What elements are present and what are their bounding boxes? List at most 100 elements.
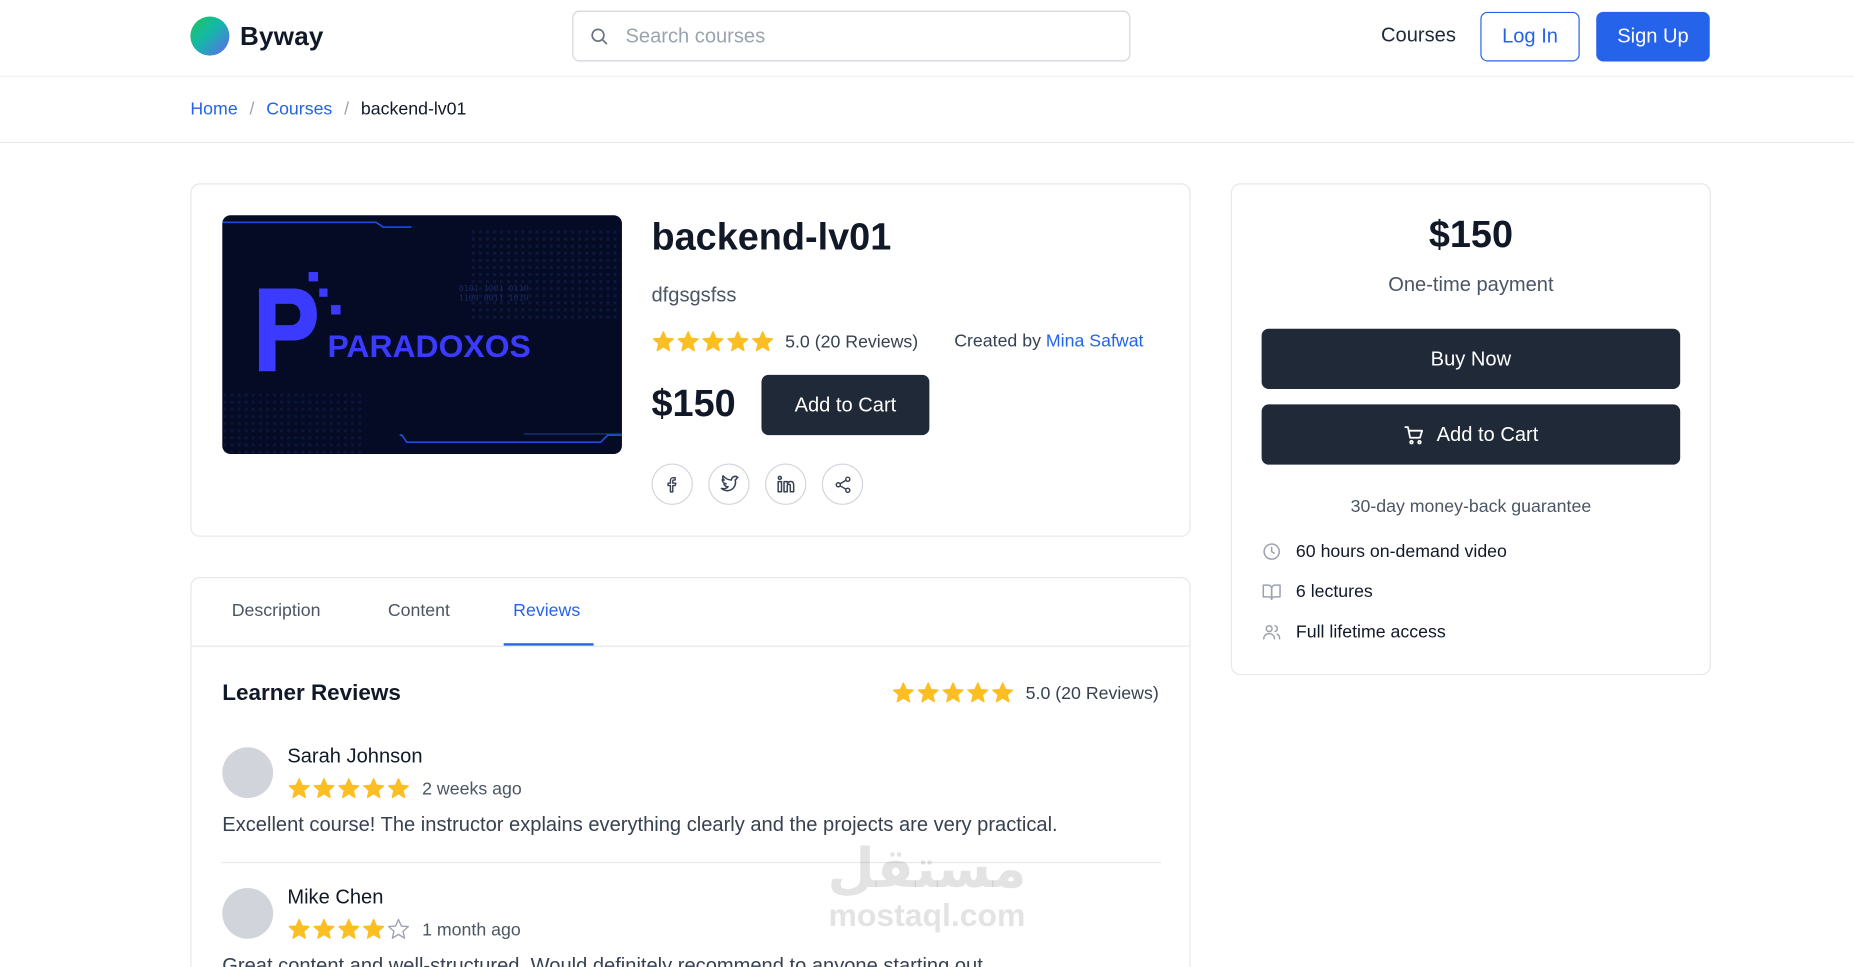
- star-filled-icon: [313, 918, 335, 939]
- star-filled-icon: [967, 682, 989, 703]
- breadcrumb-home[interactable]: Home: [190, 99, 237, 119]
- course-hero-card: 0101 1001 0110 1100 0011 1010 PARADOXOS …: [190, 183, 1191, 537]
- created-by-label: Created by: [954, 331, 1041, 352]
- clock-icon: [1263, 543, 1280, 560]
- star-filled-icon: [313, 778, 335, 799]
- search-icon: [591, 28, 608, 45]
- breadcrumb-courses[interactable]: Courses: [266, 99, 332, 119]
- watermark-latin: mostaql.com: [828, 897, 1026, 933]
- reviewer-name: Sarah Johnson: [287, 744, 423, 768]
- author-link[interactable]: Mina Safwat: [1046, 331, 1144, 351]
- review-meta: 1 month ago: [287, 918, 521, 942]
- course-rating: 5.0 (20 Reviews): [652, 330, 919, 354]
- feature-text: 60 hours on-demand video: [1295, 541, 1507, 562]
- review-date: 1 month ago: [422, 919, 521, 940]
- review-text: Excellent course! The instructor explain…: [222, 813, 1058, 836]
- brand-name: Byway: [240, 20, 324, 51]
- feature-lifetime-access: Full lifetime access: [1262, 622, 1446, 642]
- star-filled-icon: [363, 778, 385, 799]
- tab-bar: Description Content Reviews: [191, 578, 1190, 647]
- breadcrumb-separator: /: [344, 99, 350, 120]
- rating-text: 5.0 (20 Reviews): [785, 331, 919, 352]
- watermark: مستقل mostaql.com: [813, 837, 1040, 932]
- sidebar-add-to-cart-label: Add to Cart: [1436, 422, 1539, 446]
- search-box[interactable]: [572, 10, 1131, 62]
- review-stars: [287, 777, 410, 801]
- social-share-row: [651, 463, 864, 505]
- brand-logo[interactable]: Byway: [190, 16, 324, 56]
- sidebar-add-to-cart-button[interactable]: Add to Cart: [1261, 404, 1681, 465]
- twitter-share-button[interactable]: [708, 463, 750, 505]
- rating-stars: [652, 330, 775, 354]
- review-stars: [287, 918, 410, 942]
- breadcrumb-bar: Home / Courses / backend-lv01: [0, 77, 1854, 144]
- star-filled-icon: [288, 778, 310, 799]
- paradoxos-logo-image: 0101 1001 0110 1100 0011 1010 PARADOXOS: [222, 221, 622, 455]
- review-date: 2 weeks ago: [422, 778, 522, 799]
- feature-text: 6 lectures: [1295, 581, 1373, 602]
- star-filled-icon: [338, 778, 360, 799]
- purchase-card: $150 One-time payment Buy Now Add to Car…: [1230, 183, 1711, 676]
- logo-mark-icon: [190, 16, 230, 56]
- tab-content[interactable]: Content: [388, 601, 450, 621]
- feature-video-hours: 60 hours on-demand video: [1262, 542, 1507, 562]
- tab-reviews[interactable]: Reviews: [513, 601, 580, 621]
- cart-icon: [1404, 425, 1424, 444]
- buy-now-button[interactable]: Buy Now: [1261, 328, 1681, 390]
- linkedin-icon: [777, 475, 795, 493]
- active-tab-indicator: [503, 643, 594, 646]
- reviewer-name: Mike Chen: [287, 885, 384, 909]
- summary-stars: [892, 681, 1015, 705]
- avatar: [222, 887, 274, 939]
- payment-note: One-time payment: [1388, 273, 1554, 296]
- star-filled-icon: [363, 918, 385, 939]
- share-button[interactable]: [821, 463, 864, 505]
- money-back-guarantee: 30-day money-back guarantee: [1350, 496, 1592, 517]
- star-filled-icon: [338, 918, 360, 939]
- breadcrumb: Home / Courses / backend-lv01: [190, 99, 466, 119]
- review-text: Great content and well-structured. Would…: [222, 954, 989, 967]
- facebook-share-button[interactable]: [651, 463, 693, 505]
- star-filled-icon: [387, 778, 410, 799]
- svg-text:1100 0011 1010: 1100 0011 1010: [459, 292, 529, 302]
- thumbnail-logo-text: PARADOXOS: [328, 328, 531, 364]
- linkedin-share-button[interactable]: [765, 463, 807, 505]
- facebook-icon: [666, 476, 677, 492]
- star-filled-icon: [727, 331, 749, 352]
- star-filled-icon: [992, 682, 1014, 703]
- top-header: Byway Courses Log In Sign Up: [0, 0, 1854, 77]
- purchase-price: $150: [1428, 212, 1513, 256]
- reviews-summary: 5.0 (20 Reviews): [892, 681, 1159, 705]
- summary-rating-text: 5.0 (20 Reviews): [1025, 682, 1159, 703]
- feature-text: Full lifetime access: [1295, 621, 1446, 643]
- course-title: backend-lv01: [651, 215, 892, 258]
- book-icon: [1262, 584, 1281, 601]
- tab-description[interactable]: Description: [232, 601, 321, 621]
- search-input[interactable]: [623, 23, 1101, 50]
- course-details-card: Description Content Reviews Learner Revi…: [190, 577, 1191, 967]
- login-button[interactable]: Log In: [1480, 11, 1580, 62]
- users-icon: [1262, 624, 1281, 640]
- feature-lectures: 6 lectures: [1262, 582, 1373, 602]
- signup-button[interactable]: Sign Up: [1596, 11, 1710, 62]
- star-filled-icon: [652, 331, 674, 352]
- breadcrumb-separator: /: [249, 99, 255, 120]
- watermark-arabic: مستقل: [827, 835, 1027, 900]
- review-meta: 2 weeks ago: [287, 777, 522, 801]
- nav-courses-link[interactable]: Courses: [1381, 24, 1456, 48]
- star-filled-icon: [918, 682, 940, 703]
- star-filled-icon: [752, 331, 774, 352]
- star-filled-icon: [702, 331, 724, 352]
- course-thumbnail: 0101 1001 0110 1100 0011 1010 PARADOXOS: [222, 215, 622, 455]
- star-filled-icon: [288, 918, 310, 939]
- reviews-heading: Learner Reviews: [222, 681, 401, 706]
- add-to-cart-button[interactable]: Add to Cart: [761, 374, 930, 436]
- course-price: $150: [651, 381, 736, 425]
- star-filled-icon: [943, 682, 965, 703]
- star-filled-icon: [893, 682, 915, 703]
- breadcrumb-current: backend-lv01: [360, 99, 467, 120]
- star-filled-icon: [677, 331, 699, 352]
- created-by: Created by Mina Safwat: [954, 331, 1143, 351]
- star-empty-icon: [387, 918, 410, 939]
- twitter-icon: [720, 475, 739, 492]
